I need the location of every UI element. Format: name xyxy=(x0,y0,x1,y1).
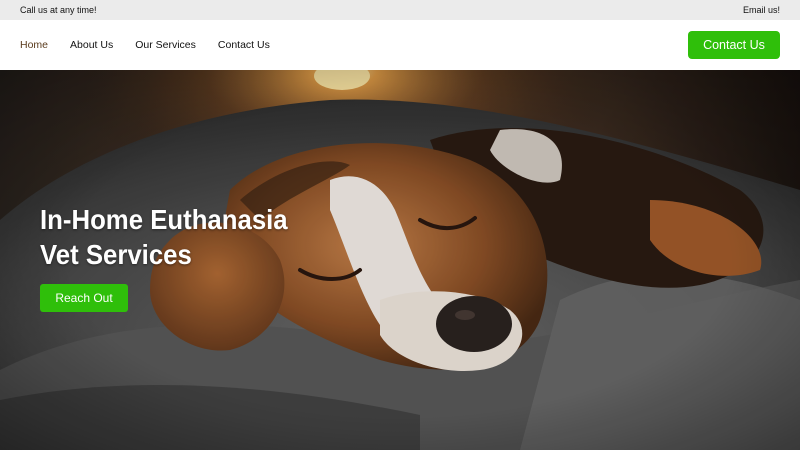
nav-item-our-services[interactable]: Our Services xyxy=(135,39,196,51)
top-info-bar: Call us at any time! Email us! xyxy=(0,0,800,20)
email-us-link[interactable]: Email us! xyxy=(743,5,780,15)
contact-us-button[interactable]: Contact Us xyxy=(688,31,780,59)
reach-out-button[interactable]: Reach Out xyxy=(40,284,128,312)
nav-item-contact-us[interactable]: Contact Us xyxy=(218,39,270,51)
hero-title-line-2: Vet Services xyxy=(40,239,192,270)
nav-links: Home About Us Our Services Contact Us xyxy=(20,39,292,51)
nav-item-home[interactable]: Home xyxy=(20,39,48,51)
call-us-text: Call us at any time! xyxy=(20,5,97,15)
nav-item-about-us[interactable]: About Us xyxy=(70,39,113,51)
hero-title-line-1: In-Home Euthanasia xyxy=(40,204,288,235)
hero-title: In-Home Euthanasia Vet Services xyxy=(40,202,316,272)
main-navbar: Home About Us Our Services Contact Us Co… xyxy=(0,20,800,70)
hero-section: In-Home Euthanasia Vet Services Reach Ou… xyxy=(0,70,800,450)
